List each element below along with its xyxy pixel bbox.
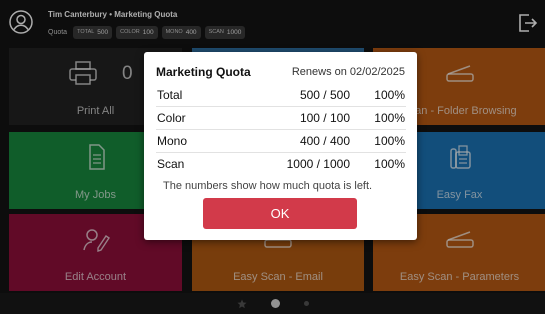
dialog-title: Marketing Quota — [156, 65, 251, 79]
quota-name: Mono — [157, 134, 188, 148]
quota-row-mono: Mono 400 / 400 100% — [156, 130, 406, 153]
quota-percent: 100% — [374, 134, 405, 148]
quota-table: Total 500 / 500 100% Color 100 / 100 100… — [156, 84, 406, 175]
ok-button[interactable]: OK — [203, 198, 357, 229]
quota-row-scan: Scan 1000 / 1000 100% — [156, 153, 406, 175]
quota-name: Color — [157, 111, 186, 125]
quota-value: 500 / 500 — [299, 88, 350, 102]
quota-dialog: Marketing Quota Renews on 02/02/2025 Tot… — [144, 52, 417, 240]
quota-value: 400 / 400 — [299, 134, 350, 148]
renewal-date: Renews on 02/02/2025 — [291, 66, 405, 78]
quota-name: Total — [157, 88, 183, 102]
quota-percent: 100% — [374, 88, 405, 102]
quota-percent: 100% — [374, 111, 405, 125]
quota-note: The numbers show how much quota is left. — [163, 180, 373, 192]
quota-value: 1000 / 1000 — [286, 157, 350, 171]
quota-row-total: Total 500 / 500 100% — [156, 84, 406, 107]
quota-percent: 100% — [374, 157, 405, 171]
quota-value: 100 / 100 — [299, 111, 350, 125]
quota-row-color: Color 100 / 100 100% — [156, 107, 406, 130]
quota-name: Scan — [157, 157, 185, 171]
